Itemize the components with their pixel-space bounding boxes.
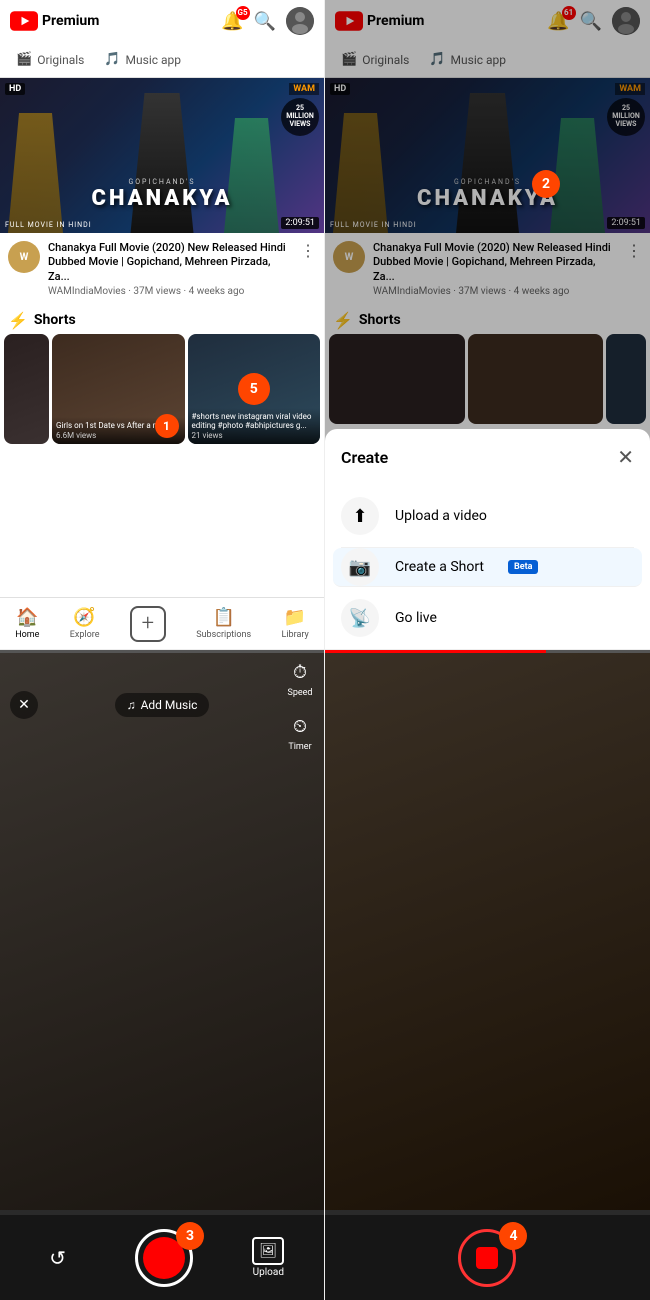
- short-overlay-2: #shorts new instagram viral video editin…: [188, 408, 321, 444]
- yt-logo: Premium: [10, 11, 99, 31]
- add-music-label: Add Music: [141, 698, 198, 712]
- upload-gallery-btn[interactable]: 🖼 Upload: [252, 1237, 284, 1278]
- camera-viewfinder-br: [325, 650, 650, 1210]
- step-badge-3: 3: [176, 1222, 204, 1250]
- avatar[interactable]: [286, 7, 314, 35]
- stop-inner: [476, 1247, 498, 1269]
- notif-count: G5: [236, 6, 250, 20]
- upload-video-label: Upload a video: [395, 508, 487, 524]
- record-button[interactable]: 3: [135, 1229, 193, 1287]
- rotate-camera-btn[interactable]: ↺: [40, 1240, 76, 1276]
- close-icon: ✕: [18, 697, 30, 713]
- create-short-label: Create a Short: [395, 559, 484, 575]
- video-sub: WAMIndiaMovies · 37M views · 4 weeks ago: [48, 286, 292, 297]
- hd-badge: HD: [5, 83, 25, 95]
- bottom-nav-tl: 🏠 Home 🧭 Explore + 📋 Subscriptions 📁 Lib…: [0, 597, 324, 649]
- short-item-1[interactable]: Girls on 1st Date vs After a month 6.6M …: [52, 334, 185, 444]
- step-badge-4: 4: [499, 1222, 527, 1250]
- upload-gallery-icon: 🖼: [252, 1237, 284, 1265]
- beta-badge: Beta: [508, 560, 538, 574]
- notification-bell[interactable]: 🔔 G5: [221, 11, 243, 32]
- explore-icon: 🧭: [73, 607, 95, 628]
- nav-home[interactable]: 🏠 Home: [15, 607, 39, 640]
- library-icon: 📁: [284, 607, 306, 628]
- nav-music-app[interactable]: 🎵 Music app: [94, 42, 191, 77]
- panel-bottom-left: ✕ ♫ Add Music ⏱ Speed ⏲ Timer ↺ 3 🖼: [0, 650, 325, 1300]
- camera-bottom-bar-br: 4: [325, 1215, 650, 1300]
- movie-duration: 2:09:51: [281, 217, 319, 229]
- shorts-icon: ⚡: [8, 311, 28, 330]
- modal-header: Create ✕: [341, 445, 634, 469]
- go-live-option[interactable]: 📡 Go live: [341, 587, 634, 649]
- timer-control[interactable]: ⏲ Timer: [286, 712, 314, 752]
- video-meta: Chanakya Full Movie (2020) New Released …: [48, 241, 292, 297]
- nav-subscriptions[interactable]: 📋 Subscriptions: [196, 607, 251, 640]
- camera-top-bar-bl: ✕ ♫ Add Music ⏱ Speed ⏲ Timer: [0, 650, 324, 760]
- panel-bottom-right: 4: [325, 650, 650, 1300]
- stop-button[interactable]: 4: [458, 1229, 516, 1287]
- music-note-icon: ♫: [127, 698, 136, 712]
- modal-title: Create: [341, 448, 388, 467]
- wam-badge: WAM: [289, 83, 319, 95]
- live-icon: 📡: [341, 599, 379, 637]
- search-icon[interactable]: 🔍: [254, 11, 276, 32]
- short-item-partial[interactable]: [4, 334, 49, 444]
- step-badge-1: 1: [155, 414, 179, 438]
- subscriptions-icon: 📋: [212, 607, 234, 628]
- nav-explore[interactable]: 🧭 Explore: [70, 607, 100, 640]
- upload-video-option[interactable]: ⬆ Upload a video: [341, 485, 634, 548]
- video-info-tl: W Chanakya Full Movie (2020) New Release…: [0, 233, 324, 305]
- step-badge-2: 2: [532, 170, 560, 198]
- full-movie-text: FULL MOVIE IN HINDI: [5, 221, 92, 229]
- short-views-2: 21 views: [192, 431, 317, 440]
- camera-right-controls-bl: ⏱ Speed ⏲ Timer: [286, 658, 314, 752]
- avatar-image: [286, 7, 314, 35]
- views-badge: 25 MILLION VIEWS: [281, 98, 319, 136]
- premium-label: Premium: [42, 13, 99, 29]
- header-tl: Premium 🔔 G5 🔍: [0, 0, 324, 42]
- more-options[interactable]: ⋮: [300, 241, 316, 260]
- shorts-header: ⚡ Shorts: [0, 305, 324, 334]
- video-title: Chanakya Full Movie (2020) New Released …: [48, 241, 292, 284]
- panel-top-left: Premium 🔔 G5 🔍 🎬 Originals 🎵 Mu: [0, 0, 325, 650]
- channel-icon: W: [8, 241, 40, 273]
- movie-title-overlay: GOPICHAND'S CHANAKYA: [92, 178, 233, 211]
- short-caption-2: #shorts new instagram viral video editin…: [192, 412, 317, 431]
- youtube-icon: [10, 11, 38, 31]
- movie-thumbnail-tl[interactable]: HD WAM 25 MILLION VIEWS GOPICHAND'S CHAN…: [0, 78, 324, 233]
- upload-gallery-label: Upload: [253, 1267, 284, 1278]
- nav-library[interactable]: 📁 Library: [282, 607, 309, 640]
- short-item-2[interactable]: 5 #shorts new instagram viral video edit…: [188, 334, 321, 444]
- upload-icon: ⬆: [341, 497, 379, 535]
- home-icon: 🏠: [16, 607, 38, 628]
- create-button[interactable]: +: [130, 606, 166, 642]
- create-modal: Create ✕ ⬆ Upload a video 📷 Create a Sho…: [325, 429, 650, 649]
- shorts-label: Shorts: [34, 312, 76, 328]
- camera-icon: 📷: [341, 548, 379, 586]
- camera-progress-bar-br: [325, 650, 650, 653]
- nav-originals[interactable]: 🎬 Originals: [6, 42, 94, 77]
- camera-bottom-bar-bl: ↺ 3 🖼 Upload: [0, 1215, 324, 1300]
- progress-fill-br: [325, 650, 546, 653]
- modal-close[interactable]: ✕: [617, 445, 634, 469]
- panel-top-right: Premium 🔔 61 🔍 🎬 Originals 🎵 Mu: [325, 0, 650, 650]
- go-live-label: Go live: [395, 610, 437, 626]
- create-short-option[interactable]: 📷 Create a Short Beta: [333, 548, 642, 587]
- step-badge-5: 5: [238, 373, 270, 405]
- nav-bar-tl: 🎬 Originals 🎵 Music app: [0, 42, 324, 78]
- header-icons: 🔔 G5 🔍: [221, 7, 314, 35]
- timer-label: Timer: [288, 742, 311, 752]
- timer-icon: ⏲: [286, 712, 314, 740]
- speed-label: Speed: [287, 688, 312, 698]
- speed-icon: ⏱: [286, 658, 314, 686]
- camera-close-btn[interactable]: ✕: [10, 691, 38, 719]
- plus-icon: +: [142, 611, 154, 636]
- speed-control[interactable]: ⏱ Speed: [286, 658, 314, 698]
- shorts-grid: Girls on 1st Date vs After a month 6.6M …: [0, 334, 324, 444]
- add-music-btn[interactable]: ♫ Add Music: [115, 693, 210, 717]
- rotate-icon: ↺: [49, 1246, 66, 1270]
